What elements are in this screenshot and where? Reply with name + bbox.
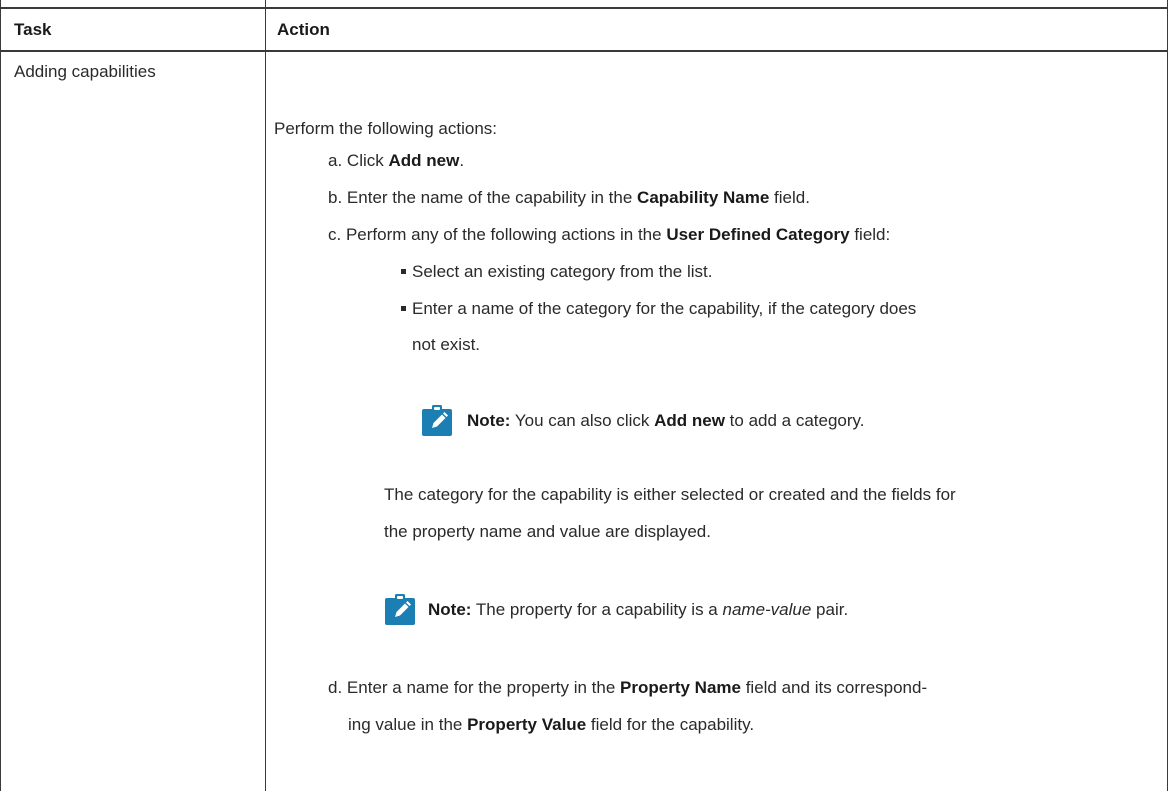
step-b-post: field. (769, 188, 810, 207)
step-d-pre-2: ing value in the (348, 715, 468, 734)
step-b-marker: b. (328, 188, 343, 207)
task-adding-capabilities: Adding capabilities (14, 62, 156, 81)
step-d-line-2: ing value in the Property Value field fo… (348, 713, 754, 737)
intro-text: Perform the following actions: (274, 119, 497, 138)
step-c-marker: c. (328, 225, 342, 244)
step-c-pre: Perform any of the following actions in … (345, 225, 667, 244)
bullet-icon (401, 306, 406, 312)
table-left-border (0, 0, 1, 791)
step-a-pre: Click (346, 151, 389, 170)
step-d-post-1: field and its correspond- (740, 678, 928, 697)
note-2-post: pair. (811, 600, 849, 619)
step-b-bold: Capability Name (637, 188, 770, 207)
sub-bullet-2: Enter a name of the category for the cap… (401, 297, 916, 321)
note-icon (385, 594, 415, 625)
note-1: Note: You can also click Add new to add … (467, 409, 865, 433)
sub-bullet-2-text-line2: not exist. (412, 335, 481, 354)
note-2-italic: name-value (722, 600, 812, 619)
step-d-marker: d. (328, 678, 343, 697)
note-icon (422, 405, 452, 436)
header-action: Action (277, 20, 330, 39)
sub-bullet-2-text-line1: Enter a name of the category for the cap… (412, 299, 917, 318)
step-a: a. Click Add new. (328, 149, 464, 173)
note-2-pre: The property for a capability is a (471, 600, 723, 619)
step-c: c. Perform any of the following actions … (328, 223, 890, 247)
step-d: d. Enter a name for the property in the … (328, 676, 927, 700)
header-task: Task (14, 20, 52, 39)
step-a-marker: a. (328, 151, 343, 170)
table-top-border (0, 7, 1168, 9)
step-a-bold: Add new (388, 151, 460, 170)
step-c-bold: User Defined Category (666, 225, 850, 244)
note-1-pre: You can also click (510, 411, 655, 430)
sub-bullet-1: Select an existing category from the lis… (401, 260, 712, 284)
column-divider (265, 0, 266, 791)
note-2: Note: The property for a capability is a… (428, 598, 848, 622)
step-a-post: . (459, 151, 465, 170)
note-1-bold: Add new (654, 411, 725, 430)
step-d-bold-1: Property Name (620, 678, 741, 697)
result-line-1: The category for the capability is eithe… (384, 485, 956, 504)
sub-bullet-1-text: Select an existing category from the lis… (412, 262, 713, 281)
header-divider (0, 50, 1168, 52)
step-d-pre-1: Enter a name for the property in the (346, 678, 621, 697)
step-d-bold-2: Property Value (467, 715, 587, 734)
note-1-post: to add a category. (724, 411, 865, 430)
task-action-table: Task Action Adding capabilities Perform … (0, 0, 1168, 791)
step-b: b. Enter the name of the capability in t… (328, 186, 810, 210)
bullet-icon (401, 269, 406, 275)
step-b-pre: Enter the name of the capability in the (346, 188, 638, 207)
note-2-label: Note: (428, 600, 472, 619)
note-1-label: Note: (467, 411, 511, 430)
step-d-post-2: field for the capability. (586, 715, 755, 734)
step-c-post: field: (849, 225, 891, 244)
result-line-2: the property name and value are displaye… (384, 522, 711, 541)
